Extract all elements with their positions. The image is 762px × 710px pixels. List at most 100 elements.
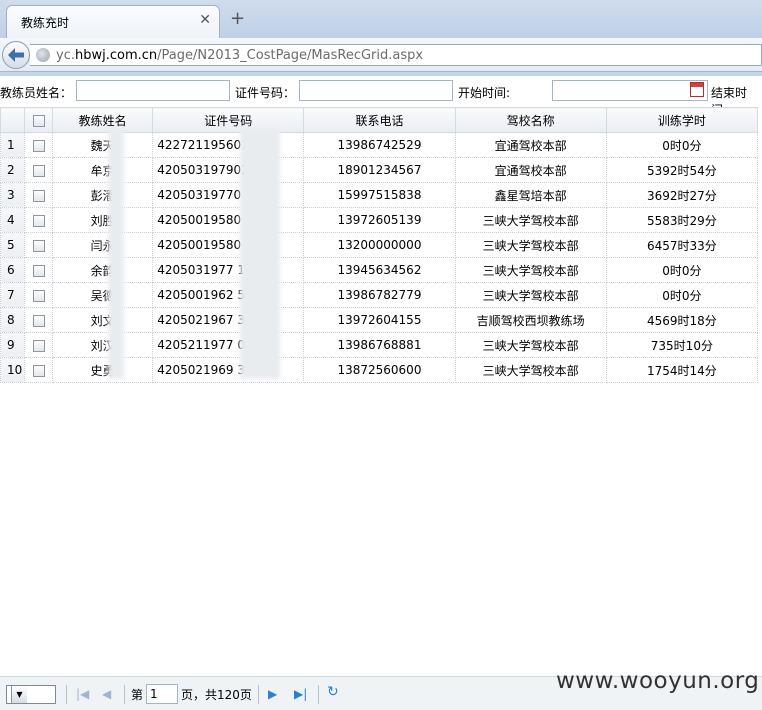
page-size-select[interactable]: 10 ▼ — [6, 685, 56, 704]
cell-coach-name: 刘胜 — [52, 207, 154, 233]
calendar-icon[interactable] — [690, 82, 704, 97]
row-checkbox-cell — [24, 357, 54, 383]
column-header-school[interactable]: 驾校名称 — [454, 107, 607, 133]
cell-school: 三峡大学驾校本部 — [454, 357, 607, 383]
cell-phone: 15997515838 — [303, 182, 456, 208]
redaction-blur — [240, 129, 280, 379]
cell-coach-name: 魏天 — [52, 132, 154, 158]
cell-phone: 13872560600 — [303, 357, 456, 383]
cell-coach-name: 彭潘 — [52, 182, 154, 208]
row-checkbox[interactable] — [32, 164, 45, 177]
cell-school: 宜通驾校本部 — [454, 157, 607, 183]
cell-hours: 5583时29分 — [605, 207, 759, 233]
browser-tab[interactable]: 教练充时 ✕ — [6, 5, 220, 38]
row-number: 6 — [0, 257, 26, 283]
cell-id-number: 42050019580 7 — [152, 207, 305, 233]
row-number: 10 — [0, 357, 26, 383]
row-checkbox-cell — [24, 207, 54, 233]
row-checkbox-cell — [24, 257, 54, 283]
cell-id-number: 4205021967 31 — [152, 307, 305, 333]
redaction-blur — [108, 129, 124, 379]
cell-phone: 18901234567 — [303, 157, 456, 183]
row-checkbox-cell — [24, 332, 54, 358]
pager-separator — [66, 685, 67, 704]
browser-tabstrip: 教练充时 ✕ + — [0, 0, 762, 38]
cell-coach-name: 刘汉 — [52, 332, 154, 358]
cell-phone: 13986742529 — [303, 132, 456, 158]
row-checkbox[interactable] — [32, 314, 45, 327]
cell-coach-name: 闫永 — [52, 232, 154, 258]
cell-school: 三峡大学驾校本部 — [454, 332, 607, 358]
cell-phone: 13200000000 — [303, 232, 456, 258]
column-header-phone[interactable]: 联系电话 — [303, 107, 456, 133]
row-checkbox[interactable] — [32, 264, 45, 277]
cell-school: 鑫星驾培本部 — [454, 182, 607, 208]
cell-coach-name: 牟京 — [52, 157, 154, 183]
row-checkbox[interactable] — [32, 239, 45, 252]
coach-name-input[interactable] — [76, 80, 230, 101]
cell-phone: 13972605139 — [303, 207, 456, 233]
refresh-icon[interactable]: ↻ — [327, 684, 339, 700]
next-page-icon[interactable]: ▶ — [268, 687, 277, 701]
chevron-down-icon[interactable]: ▼ — [11, 686, 27, 703]
address-bar[interactable]: yc.hbwj.com.cn/Page/N2013_CostPage/MasRe… — [30, 44, 762, 66]
row-checkbox[interactable] — [32, 214, 45, 227]
pager-separator — [124, 685, 125, 704]
cell-id-number: 422721195601 3KS — [152, 132, 305, 158]
column-header-id[interactable]: 证件号码 — [152, 107, 305, 133]
row-checkbox-cell — [24, 182, 54, 208]
cell-coach-name: 刘文 — [52, 307, 154, 333]
cell-phone: 13972604155 — [303, 307, 456, 333]
row-checkbox[interactable] — [32, 339, 45, 352]
column-header-hours[interactable]: 训练学时 — [605, 107, 759, 133]
row-checkbox-cell — [24, 307, 54, 333]
cell-coach-name: 余韵 — [52, 257, 154, 283]
row-number: 4 — [0, 207, 26, 233]
cell-school: 三峡大学驾校本部 — [454, 282, 607, 308]
row-checkbox[interactable] — [32, 189, 45, 202]
search-bar: 教练员姓名： 证件号码： 开始时间: 结束时间: — [0, 78, 762, 117]
cell-id-number: 420503197902 4 — [152, 157, 305, 183]
id-number-label: 证件号码： — [235, 86, 296, 100]
first-page-icon[interactable]: |◀ — [76, 687, 89, 701]
column-header-name[interactable]: 教练姓名 — [52, 107, 154, 133]
last-page-icon[interactable]: ▶| — [294, 687, 307, 701]
row-checkbox-cell — [24, 282, 54, 308]
id-number-input[interactable] — [299, 80, 453, 101]
prev-page-icon[interactable]: ◀ — [102, 687, 111, 701]
row-number-header — [0, 107, 26, 133]
navigation-bar: yc.hbwj.com.cn/Page/N2013_CostPage/MasRe… — [0, 38, 762, 72]
cell-school: 三峡大学驾校本部 — [454, 257, 607, 283]
cell-school: 三峡大学驾校本部 — [454, 207, 607, 233]
row-checkbox[interactable] — [32, 364, 45, 377]
tab-title: 教练充时 — [21, 16, 70, 30]
close-tab-icon[interactable]: ✕ — [199, 12, 211, 28]
globe-icon — [36, 48, 50, 62]
cell-hours: 1754时14分 — [605, 357, 759, 383]
cell-hours: 6457时33分 — [605, 232, 759, 258]
cell-coach-name: 史勇 — [52, 357, 154, 383]
select-all-checkbox[interactable] — [32, 114, 45, 127]
row-number: 7 — [0, 282, 26, 308]
cell-phone: 13945634562 — [303, 257, 456, 283]
cell-id-number: 42050319770 3 — [152, 182, 305, 208]
back-button[interactable] — [2, 41, 30, 69]
cell-hours: 4569时18分 — [605, 307, 759, 333]
row-checkbox[interactable] — [32, 139, 45, 152]
cell-hours: 0时0分 — [605, 132, 759, 158]
back-arrow-icon — [8, 48, 24, 62]
new-tab-button[interactable]: + — [230, 8, 245, 29]
cell-hours: 0时0分 — [605, 282, 759, 308]
page-number-input[interactable]: 1 — [146, 684, 178, 704]
row-number: 5 — [0, 232, 26, 258]
coach-name-label: 教练员姓名： — [0, 86, 73, 100]
select-all-header — [24, 107, 54, 133]
start-time-input[interactable] — [552, 80, 708, 101]
row-checkbox[interactable] — [32, 289, 45, 302]
row-number: 1 — [0, 132, 26, 158]
cell-hours: 3692时27分 — [605, 182, 759, 208]
cell-hours: 5392时54分 — [605, 157, 759, 183]
url-text: yc.hbwj.com.cn/Page/N2013_CostPage/MasRe… — [56, 48, 424, 63]
cell-id-number: 4205211977 099 — [152, 332, 305, 358]
cell-phone: 13986768881 — [303, 332, 456, 358]
